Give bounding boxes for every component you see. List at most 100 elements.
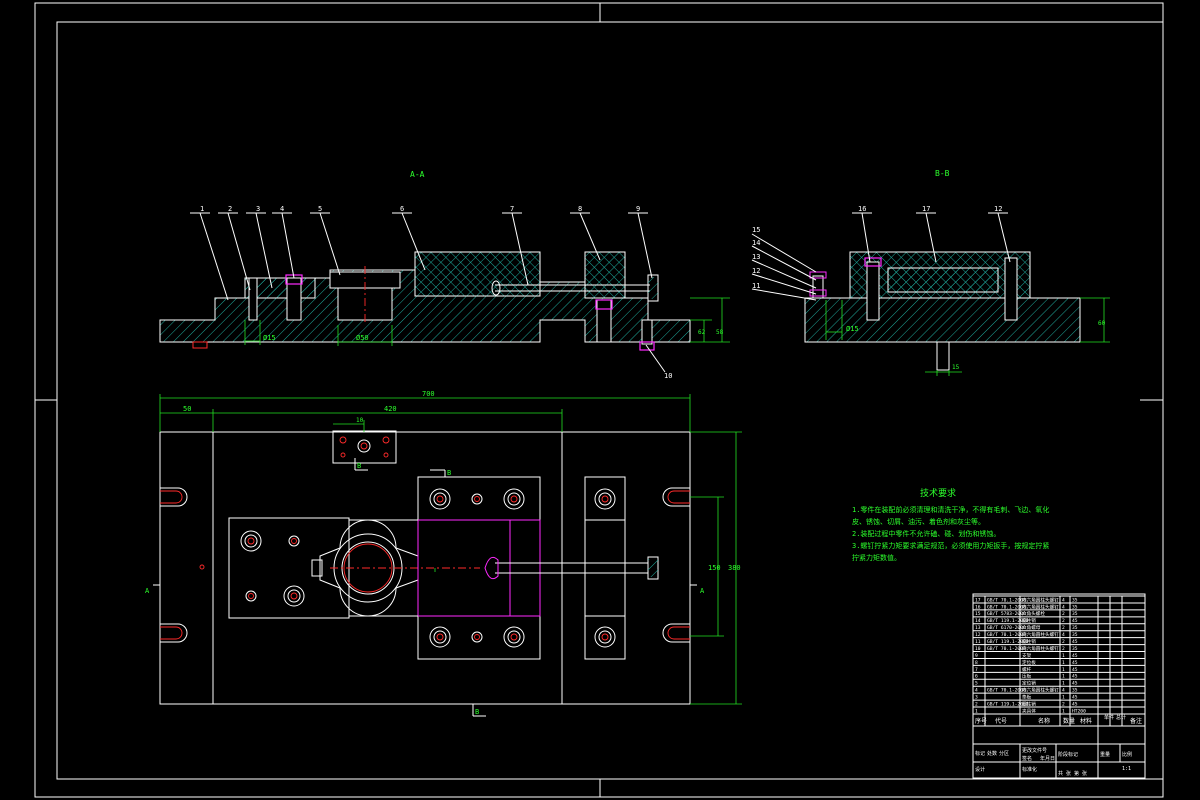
tb-scale-value: 1:1 (1122, 766, 1131, 772)
bom-cell-qty: 2 (1062, 611, 1065, 617)
bom-cell-material: 45 (1072, 674, 1078, 680)
aa-balloon-1: 1 (200, 205, 204, 213)
dim-height-inner: 150 (708, 564, 721, 572)
tb-date: 年月日 (1040, 755, 1055, 762)
bom-cell-qty: 2 (1062, 625, 1065, 631)
tb-weight: 重量 (1100, 751, 1110, 758)
bom-cell-name: 圆柱销 (1022, 617, 1036, 624)
bom-cell-name: 六角螺母 (1022, 624, 1041, 631)
bom-cell-name: 内六角圆柱头螺钉 (1022, 631, 1059, 638)
bom-cell-qty: 1 (1062, 695, 1065, 701)
section-view-bb: B-B 16 17 12 15 14 13 12 11 Ø15 60 15 (751, 169, 1110, 376)
bom-cell-name: 夹具体 (1022, 707, 1036, 714)
bb-balloon-14: 14 (752, 239, 760, 247)
bom-cell-material: 35 (1072, 688, 1078, 694)
tb-count: 处数 (987, 750, 997, 757)
bom-cell-name: 内六角圆柱头螺钉 (1022, 687, 1059, 694)
marker-a-right: A (700, 587, 705, 595)
bom-cell-code: GB/T 70.1-2000 (987, 646, 1026, 652)
bom-cell-qty: 1 (1062, 660, 1065, 666)
bom-header-seq: 序号 (975, 717, 987, 725)
drawing-frame (34, 2, 1164, 798)
bom-cell-seq: 8 (975, 660, 978, 666)
plan-dimension-lines (159, 394, 742, 705)
bom-cell-name: 螺杆 (1022, 666, 1032, 673)
aa-dim-4: 58 (716, 329, 724, 336)
bom-cell-name: 内六角圆柱头螺钉 (1022, 603, 1059, 610)
section-view-aa: A-A 1 2 3 4 5 6 7 8 9 10 Ø15 Ø50 62 58 (159, 170, 730, 380)
bom-cell-qty: 2 (1062, 639, 1065, 645)
bb-balloon-15: 15 (752, 226, 760, 234)
bb-balloon-17: 17 (922, 205, 930, 213)
marker-b-top: B (357, 462, 361, 470)
bom-cell-qty: 4 (1062, 688, 1065, 694)
bom-cell-material: 35 (1072, 646, 1078, 652)
aa-balloon-9: 9 (636, 205, 640, 213)
dim-small-offset: 10 (356, 417, 364, 424)
cad-drawing-canvas: A-A 1 2 3 4 5 6 7 8 9 10 Ø15 Ø50 62 58 B… (34, 2, 1164, 798)
plan-view-markers (153, 458, 697, 717)
bom-header-unit: 单件 (1104, 714, 1114, 721)
bom-header-material: 材料 (1080, 717, 1092, 725)
bom-cell-material: 45 (1072, 639, 1078, 645)
plan-view: A A B B B 700 50 420 10 380 150 (145, 390, 742, 717)
outer-border (34, 2, 1164, 798)
bom-cell-seq: 15 (975, 611, 981, 617)
bb-dim-1: Ø15 (846, 325, 859, 333)
plan-mounting-slots (160, 487, 690, 643)
bom-cell-qty: 1 (1062, 667, 1065, 673)
aa-dim-1: Ø15 (263, 334, 276, 342)
bom-cell-code: GB/T 70.1-2000 (987, 604, 1026, 610)
bb-dim-3: 15 (952, 364, 960, 371)
dim-overall-width: 700 (422, 390, 435, 398)
bom-cell-name: 垫板 (1022, 694, 1032, 701)
bom-cell-seq: 5 (975, 681, 978, 687)
section-title-aa: A-A (410, 170, 425, 179)
bom-cell-name: 支架 (1022, 652, 1032, 659)
aa-dim-3: 62 (698, 329, 706, 336)
bom-cell-seq: 4 (975, 688, 978, 694)
bom-cell-qty: 2 (1062, 646, 1065, 652)
bom-cell-material: 45 (1072, 618, 1078, 624)
bom-cell-qty: 4 (1062, 597, 1065, 603)
tech-title: 技术要求 (920, 487, 956, 499)
bom-cell-material: 45 (1072, 660, 1078, 666)
marker-a-left: A (145, 587, 150, 595)
tech-line-4: 3.螺钉拧紧力矩要求满足规范，必须使用力矩扳手，按规定拧紧 (852, 541, 1049, 550)
bb-balloon-12: 12 (994, 205, 1002, 213)
aa-balloon-4: 4 (280, 205, 284, 213)
aa-balloon-3: 3 (256, 205, 260, 213)
plan-top-small-plate (332, 430, 397, 464)
bom-cell-material: 45 (1072, 681, 1078, 687)
bb-balloon-13: 13 (752, 253, 760, 261)
tb-change-doc: 更改文件号 (1022, 747, 1047, 754)
aa-balloon-2: 2 (228, 205, 232, 213)
bb-screw-right (1004, 257, 1018, 321)
section-title-bb: B-B (935, 169, 950, 178)
bom-cell-name: 圆柱销 (1022, 700, 1036, 707)
bom-cell-code: GB/T 70.1-2000 (987, 597, 1026, 603)
bom-cell-material: 45 (1072, 667, 1078, 673)
marker-b-mid: B (447, 469, 451, 477)
bb-balloon-11: 11 (752, 282, 760, 290)
tb-zone: 分区 (999, 750, 1009, 757)
bom-cell-material: 45 (1072, 695, 1078, 701)
bom-cell-seq: 3 (975, 695, 978, 701)
bom-cell-seq: 14 (975, 618, 981, 624)
bom-cell-qty: 1 (1062, 653, 1065, 659)
bom-cell-code: GB/T 70.1-2000 (987, 688, 1026, 694)
aa-knob-hatch (648, 277, 658, 299)
bom-cell-seq: 9 (975, 653, 978, 659)
bom-cell-name: 六角头螺栓 (1022, 610, 1045, 617)
bom-header-qty: 数量 (1063, 717, 1075, 725)
plan-support-block (584, 476, 626, 660)
aa-dim-2: Ø50 (356, 334, 369, 342)
bom-cell-qty: 4 (1062, 632, 1065, 638)
tech-requirements: 技术要求 1.零件在装配前必须清理和清洗干净，不得有毛刺、飞边、氧化 皮、锈蚀、… (852, 487, 1049, 562)
bom-cell-material: 35 (1072, 611, 1078, 617)
tb-mark: 标记 (975, 750, 985, 757)
bom-cell-name: 内六角圆柱头螺钉 (1022, 596, 1059, 603)
bom-rows: 17 GB/T 70.1-2000内六角圆柱头螺钉 4 3516 GB/T 70.1-2… (975, 596, 1086, 714)
bom-cell-name: 内六角圆柱头螺钉 (1022, 645, 1059, 652)
tb-signature: 签名 (1022, 755, 1032, 762)
